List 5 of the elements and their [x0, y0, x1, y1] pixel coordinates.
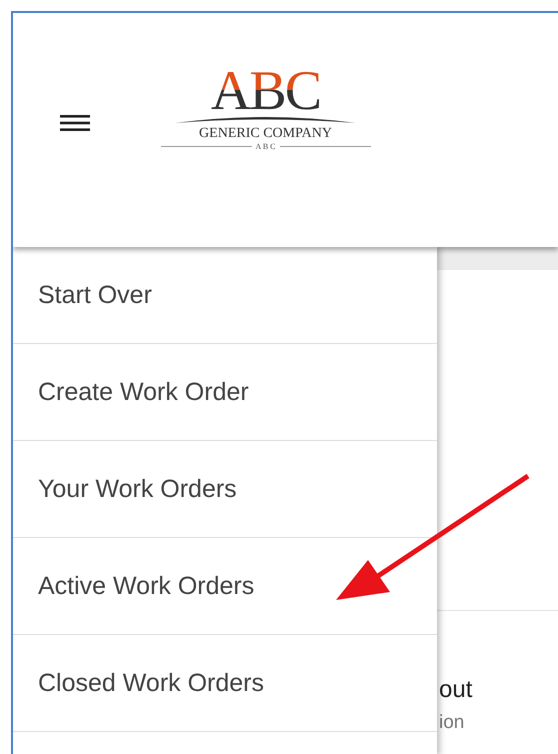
- logo-subtitle: GENERIC COMPANY: [199, 126, 332, 142]
- page-heading: out: [438, 676, 474, 704]
- logo-tagline: A B C: [256, 142, 276, 151]
- menu-icon[interactable]: [60, 115, 90, 131]
- page-subheading: ion: [438, 712, 466, 734]
